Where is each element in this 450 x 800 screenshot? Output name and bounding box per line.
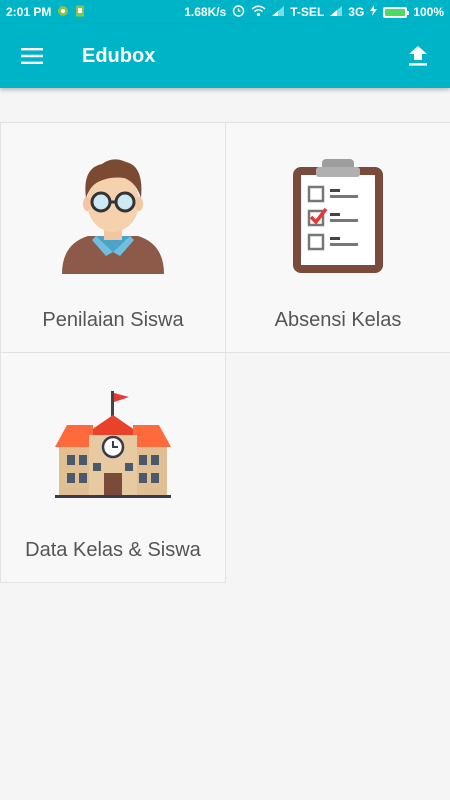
teacher-icon — [58, 148, 168, 283]
network-speed: 1.68K/s — [184, 5, 227, 19]
charging-icon — [370, 5, 378, 19]
upload-button[interactable] — [386, 24, 450, 88]
battery-percent: 100% — [413, 5, 444, 19]
hamburger-menu-icon — [21, 48, 43, 64]
tile-label: Absensi Kelas — [274, 309, 402, 331]
app-title: Edubox — [82, 44, 156, 67]
status-bar: 2:01 PM 1.68K/s T-SEL 3G 100% — [0, 0, 450, 24]
clipboard-checklist-icon — [290, 148, 386, 283]
app-bar: Edubox — [0, 24, 450, 88]
tile-data-kelas-siswa[interactable]: Data Kelas & Siswa — [0, 352, 226, 583]
tile-absensi-kelas[interactable]: Absensi Kelas — [225, 122, 450, 353]
menu-grid: Penilaian Siswa Absensi Kelas Data Kelas… — [0, 122, 450, 583]
tile-label: Penilaian Siswa — [42, 309, 184, 331]
notification-icon — [57, 5, 69, 20]
network-type: 3G — [348, 5, 365, 19]
wifi-icon — [251, 5, 266, 20]
upload-icon — [409, 46, 427, 66]
alarm-icon — [232, 4, 245, 20]
menu-button[interactable] — [0, 24, 64, 88]
carrier-name: T-SEL — [290, 5, 325, 19]
signal-icon-2 — [330, 5, 343, 19]
tile-label: Data Kelas & Siswa — [25, 539, 201, 561]
school-building-icon — [53, 378, 173, 513]
tile-penilaian-siswa[interactable]: Penilaian Siswa — [0, 122, 226, 353]
status-time: 2:01 PM — [6, 5, 52, 19]
battery-icon — [383, 6, 410, 18]
sim-icon — [75, 5, 85, 20]
signal-icon — [272, 5, 285, 19]
